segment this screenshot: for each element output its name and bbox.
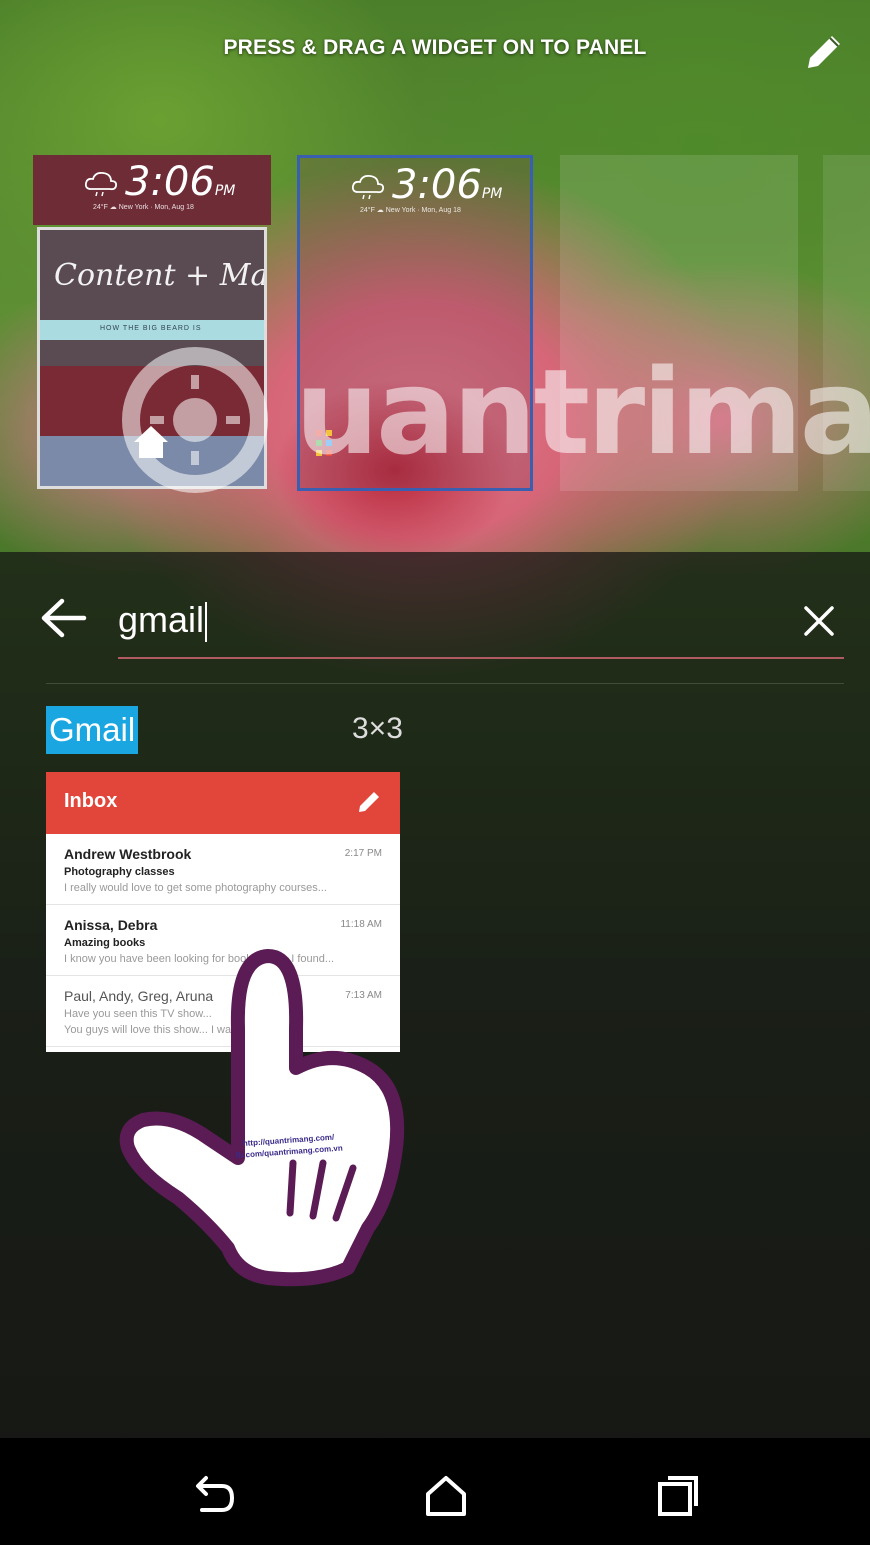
- gmail-header: Inbox: [46, 772, 400, 834]
- search-underline: [118, 657, 844, 659]
- pointing-hand-icon: http://quantrimang.com/ fb.com/quantrima…: [119, 949, 405, 1287]
- gmail-inbox-title: Inbox: [64, 790, 118, 812]
- clock-date: 24°F ☁ New York · Mon, Aug 18: [93, 204, 194, 211]
- back-arrow-icon[interactable]: [38, 595, 90, 641]
- clock-date: 24°F ☁ New York · Mon, Aug 18: [360, 207, 461, 214]
- content-band: HOW THE BIG BEARD IS: [40, 320, 264, 340]
- clock-widget: 3:06PM 24°F ☁ New York · Mon, Aug 18: [33, 155, 271, 225]
- compose-icon: [359, 792, 379, 812]
- clock-time: 3:06PM: [392, 162, 503, 208]
- cloud-icon: [351, 174, 385, 200]
- nav-home-icon[interactable]: [418, 1468, 474, 1524]
- clock-time: 3:06PM: [125, 159, 236, 205]
- watermark: uantrimang: [120, 345, 870, 505]
- search-input[interactable]: gmail: [118, 596, 718, 644]
- mail-row: Andrew Westbrook 2:17 PM Photography cla…: [46, 834, 400, 905]
- pencil-icon[interactable]: [800, 28, 848, 76]
- watermark-logo-icon: [122, 347, 268, 493]
- text-caret: [205, 602, 208, 643]
- nav-back-icon[interactable]: [186, 1468, 242, 1524]
- drag-hint: PRESS & DRAG A WIDGET ON TO PANEL: [223, 36, 647, 59]
- cloud-icon: [84, 171, 118, 197]
- widget-size: 3×3: [352, 712, 403, 745]
- widget-name-highlighted: Gmail: [46, 706, 139, 754]
- nav-recents-icon[interactable]: [650, 1468, 706, 1524]
- divider: [46, 683, 844, 684]
- clock-widget: 3:06PM 24°F ☁ New York · Mon, Aug 18: [300, 158, 530, 228]
- content-title: Content + Ma: [54, 258, 267, 293]
- home-screen-editor: PRESS & DRAG A WIDGET ON TO PANEL 3:06PM…: [0, 0, 870, 1545]
- close-icon[interactable]: [796, 598, 842, 644]
